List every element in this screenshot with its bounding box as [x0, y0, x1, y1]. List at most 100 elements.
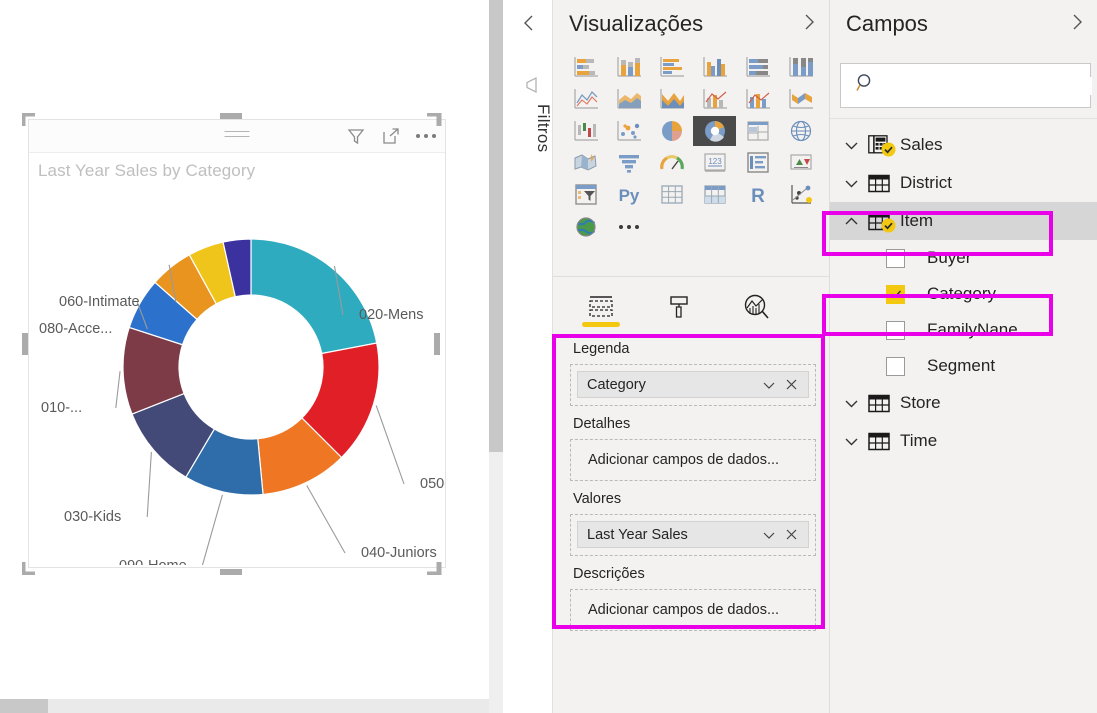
- donut-leader-line: [116, 371, 120, 408]
- kpi-icon[interactable]: [779, 148, 822, 178]
- table-icon: [864, 394, 894, 413]
- field-item-label: Segment: [905, 356, 995, 376]
- chevron-down-icon[interactable]: [758, 528, 780, 542]
- format-tab[interactable]: [657, 287, 701, 327]
- field-checkbox[interactable]: [886, 321, 905, 340]
- filter-icon: [505, 72, 553, 98]
- pie-chart-icon[interactable]: [650, 116, 693, 146]
- chevron-right-icon[interactable]: [801, 12, 817, 36]
- visualizations-title: Visualizações: [569, 11, 815, 37]
- stacked-area-chart-icon[interactable]: [650, 84, 693, 114]
- canvas-horizontal-scrollbar[interactable]: [0, 699, 489, 713]
- visual-type-gallery[interactable]: 123 Py: [564, 52, 822, 242]
- active-tab-indicator: [582, 322, 620, 327]
- donut-chart-svg[interactable]: 020-Mens050-...040-Juniors090-Home030-Ki…: [29, 180, 445, 565]
- drag-handle-icon[interactable]: [225, 131, 250, 139]
- clustered-bar-chart-icon[interactable]: [650, 52, 693, 82]
- field-chip[interactable]: Category: [577, 371, 809, 398]
- scatter-chart-icon[interactable]: [607, 116, 650, 146]
- multi-row-card-icon[interactable]: [736, 148, 779, 178]
- chevron-up-icon[interactable]: [838, 213, 864, 230]
- donut-slice-label: 010-...: [41, 400, 82, 416]
- donut-chart-icon[interactable]: [693, 116, 736, 146]
- field-item-category[interactable]: Category: [830, 276, 1097, 312]
- field-checkbox[interactable]: [886, 249, 905, 268]
- treemap-icon[interactable]: [736, 116, 779, 146]
- table-icon[interactable]: [650, 180, 693, 210]
- field-item-familynane[interactable]: FamilyNane: [830, 312, 1097, 348]
- filled-map-icon[interactable]: [564, 148, 607, 178]
- donut-visual[interactable]: Last Year Sales by Category 020-Mens050-…: [28, 119, 446, 568]
- fields-tab[interactable]: [579, 287, 623, 327]
- chevron-left-icon[interactable]: [505, 8, 553, 38]
- line-clustered-column-chart-icon[interactable]: [736, 84, 779, 114]
- svg-text:R: R: [751, 186, 765, 207]
- field-checkbox[interactable]: [886, 285, 905, 304]
- fields-table-sales[interactable]: Sales: [830, 126, 1097, 164]
- fields-table-time[interactable]: Time: [830, 422, 1097, 460]
- focus-mode-icon[interactable]: [381, 126, 401, 146]
- stacked-bar-chart-icon[interactable]: [564, 52, 607, 82]
- donut-chart[interactable]: 020-Mens050-...040-Juniors090-Home030-Ki…: [29, 180, 445, 565]
- filters-pane-label: Filtros: [505, 104, 553, 152]
- line-chart-icon[interactable]: [564, 84, 607, 114]
- well-dropzone[interactable]: Adicionar campos de dados...: [570, 589, 816, 631]
- chevron-down-icon[interactable]: [838, 137, 864, 154]
- report-canvas[interactable]: Last Year Sales by Category 020-Mens050-…: [0, 0, 489, 713]
- gauge-chart-icon[interactable]: [650, 148, 693, 178]
- filter-icon[interactable]: [346, 126, 366, 146]
- 100-stacked-column-chart-icon[interactable]: [779, 52, 822, 82]
- funnel-chart-icon[interactable]: [607, 148, 650, 178]
- canvas-vscroll-thumb[interactable]: [489, 0, 503, 452]
- search-input[interactable]: [877, 77, 1092, 95]
- well-dropzone[interactable]: Last Year Sales: [570, 514, 816, 556]
- remove-field-icon[interactable]: [780, 528, 802, 541]
- fields-tree[interactable]: Sales District ItemBuyerCategoryFamilyNane…: [830, 126, 1097, 460]
- clustered-column-chart-icon[interactable]: [693, 52, 736, 82]
- donut-slice-label: 090-Home: [119, 558, 187, 565]
- fields-table-item[interactable]: Item: [830, 202, 1097, 240]
- well-dropzone[interactable]: Adicionar campos de dados...: [570, 439, 816, 481]
- field-item-buyer[interactable]: Buyer: [830, 240, 1097, 276]
- chevron-down-icon[interactable]: [838, 433, 864, 450]
- stacked-column-chart-icon[interactable]: [607, 52, 650, 82]
- filters-pane-collapsed[interactable]: Filtros: [505, 0, 553, 713]
- fields-table-label: District: [894, 173, 952, 193]
- map-icon[interactable]: [779, 116, 822, 146]
- fields-table-district[interactable]: District: [830, 164, 1097, 202]
- chevron-down-icon[interactable]: [838, 175, 864, 192]
- area-chart-icon[interactable]: [607, 84, 650, 114]
- chevron-down-icon[interactable]: [838, 395, 864, 412]
- field-chip[interactable]: Last Year Sales: [577, 521, 809, 548]
- analytics-tab[interactable]: [735, 287, 779, 327]
- slicer-icon[interactable]: [564, 180, 607, 210]
- more-visuals-icon[interactable]: [607, 212, 650, 242]
- key-influencers-icon[interactable]: [779, 180, 822, 210]
- donut-slice-label: 040-Juniors: [361, 545, 437, 561]
- donut-slice[interactable]: [251, 239, 377, 354]
- field-checkbox[interactable]: [886, 357, 905, 376]
- line-stacked-column-chart-icon[interactable]: [693, 84, 736, 114]
- well-dropzone[interactable]: Category: [570, 364, 816, 406]
- card-icon[interactable]: 123: [693, 148, 736, 178]
- waterfall-chart-icon[interactable]: [564, 116, 607, 146]
- fields-search[interactable]: [840, 63, 1091, 108]
- chevron-down-icon[interactable]: [758, 378, 780, 392]
- arcgis-maps-icon[interactable]: [564, 212, 607, 242]
- chevron-right-icon[interactable]: [1069, 12, 1085, 36]
- remove-field-icon[interactable]: [780, 378, 802, 391]
- 100-stacked-bar-chart-icon[interactable]: [736, 52, 779, 82]
- ribbon-chart-icon[interactable]: [779, 84, 822, 114]
- canvas-hscroll-thumb[interactable]: [0, 699, 48, 713]
- visualizations-tabs[interactable]: [553, 285, 830, 329]
- r-script-visual-icon[interactable]: R: [736, 180, 779, 210]
- fields-header: Campos: [830, 0, 1097, 50]
- visual-header: [29, 120, 445, 153]
- python-visual-icon[interactable]: Py: [607, 180, 650, 210]
- donut-slice-label: 080-Acce...: [39, 321, 112, 337]
- fields-table-store[interactable]: Store: [830, 384, 1097, 422]
- field-item-segment[interactable]: Segment: [830, 348, 1097, 384]
- matrix-icon[interactable]: [693, 180, 736, 210]
- more-options-icon[interactable]: [416, 134, 436, 138]
- field-wells[interactable]: LegendaCategoryDetalhesAdicionar campos …: [553, 331, 830, 631]
